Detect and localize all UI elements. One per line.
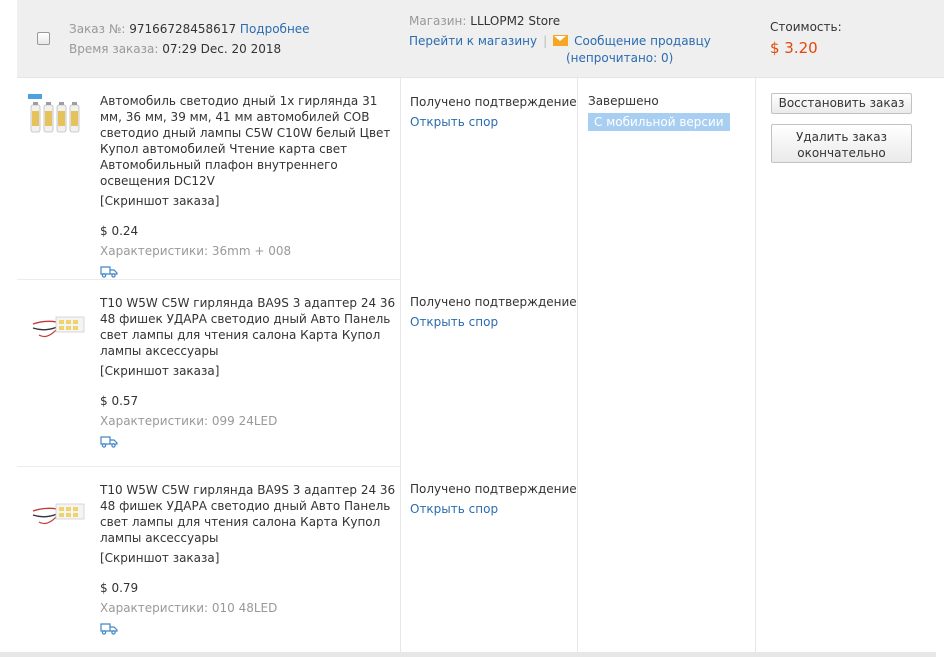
item-spec: Характеристики: 099 24LED bbox=[100, 414, 278, 428]
product-thumbnail[interactable] bbox=[27, 487, 89, 537]
unread-count-link[interactable]: (непрочитано: 0) bbox=[566, 51, 673, 65]
item-details: T10 W5W C5W гирлянда BA9S 3 адаптер 24 3… bbox=[100, 482, 396, 635]
delete-order-button[interactable]: Удалить заказ окончательно bbox=[771, 124, 912, 163]
item-title[interactable]: T10 W5W C5W гирлянда BA9S 3 адаптер 24 3… bbox=[100, 482, 396, 546]
cost-value: $ 3.20 bbox=[770, 39, 818, 57]
truck-icon[interactable] bbox=[100, 265, 118, 278]
cost-label: Стоимость: bbox=[770, 20, 842, 34]
item-title[interactable]: Автомобиль светодио дный 1x гирлянда 31 … bbox=[100, 93, 396, 189]
unread-row: (непрочитано: 0) bbox=[409, 51, 711, 65]
store-name: LLLOPM2 Store bbox=[470, 14, 561, 28]
product-thumbnail[interactable] bbox=[27, 92, 89, 142]
bottom-divider-bar bbox=[0, 652, 936, 657]
order-item: Автомобиль светодио дный 1x гирлянда 31 … bbox=[17, 78, 400, 279]
product-thumbnail[interactable] bbox=[27, 300, 89, 350]
order-items: Автомобиль светодио дный 1x гирлянда 31 … bbox=[17, 78, 944, 652]
truck-icon[interactable] bbox=[100, 435, 118, 448]
store-row: Магазин: LLLOPM2 Store bbox=[409, 11, 711, 31]
delete-button-line2: окончательно bbox=[797, 145, 886, 160]
order-number-row: Заказ №: 97166728458617 Подробнее bbox=[69, 19, 310, 39]
open-dispute-link[interactable]: Открыть спор bbox=[410, 499, 577, 519]
open-dispute-link[interactable]: Открыть спор bbox=[410, 312, 577, 332]
order-select-checkbox[interactable] bbox=[37, 32, 50, 45]
order-screenshot-link[interactable]: [Скриншот заказа] bbox=[100, 550, 396, 566]
order-state-text: Завершено bbox=[588, 94, 659, 108]
order-time: 07:29 Dec. 20 2018 bbox=[162, 42, 282, 56]
link-divider: | bbox=[543, 34, 548, 48]
envelope-icon bbox=[553, 35, 569, 46]
item-price: $ 0.79 bbox=[100, 581, 139, 595]
item-details: T10 W5W C5W гирлянда BA9S 3 адаптер 24 3… bbox=[100, 295, 396, 448]
delete-button-line1: Удалить заказ bbox=[795, 129, 888, 144]
item-spec: Характеристики: 010 48LED bbox=[100, 601, 278, 615]
go-to-store-link[interactable]: Перейти к магазину bbox=[409, 34, 537, 48]
open-dispute-link[interactable]: Открыть спор bbox=[410, 112, 577, 132]
truck-icon[interactable] bbox=[100, 622, 118, 635]
item-price: $ 0.57 bbox=[100, 394, 139, 408]
column-divider bbox=[577, 78, 578, 652]
order-info: Заказ №: 97166728458617 Подробнее Время … bbox=[69, 19, 310, 59]
status-text: Получено подтверждение bbox=[410, 95, 577, 109]
order-number-label: Заказ №: bbox=[69, 22, 126, 36]
message-seller-link[interactable]: Сообщение продавцу bbox=[574, 34, 711, 48]
item-status: Получено подтверждение Открыть спор bbox=[410, 292, 577, 332]
mobile-version-badge: С мобильной версии bbox=[588, 113, 730, 131]
order-card: Заказ №: 97166728458617 Подробнее Время … bbox=[17, 0, 944, 657]
order-item: T10 W5W C5W гирлянда BA9S 3 адаптер 24 3… bbox=[17, 467, 400, 652]
restore-order-button[interactable]: Восстановить заказ bbox=[771, 93, 912, 114]
item-spec: Характеристики: 36mm + 008 bbox=[100, 244, 292, 258]
order-screenshot-link[interactable]: [Скриншот заказа] bbox=[100, 363, 396, 379]
item-status: Получено подтверждение Открыть спор bbox=[410, 92, 577, 132]
order-cost: Стоимость: $ 3.20 bbox=[770, 17, 842, 59]
order-state: Завершено С мобильной версии bbox=[588, 92, 730, 131]
store-label: Магазин: bbox=[409, 14, 467, 28]
store-info: Магазин: LLLOPM2 Store Перейти к магазин… bbox=[409, 11, 711, 65]
order-screenshot-link[interactable]: [Скриншот заказа] bbox=[100, 193, 396, 209]
item-title[interactable]: T10 W5W C5W гирлянда BA9S 3 адаптер 24 3… bbox=[100, 295, 396, 359]
item-status: Получено подтверждение Открыть спор bbox=[410, 479, 577, 519]
column-divider bbox=[400, 78, 401, 652]
column-divider bbox=[755, 78, 756, 652]
status-text: Получено подтверждение bbox=[410, 482, 577, 496]
order-item: T10 W5W C5W гирлянда BA9S 3 адаптер 24 3… bbox=[17, 280, 400, 466]
order-header: Заказ №: 97166728458617 Подробнее Время … bbox=[17, 0, 944, 78]
order-number: 97166728458617 bbox=[129, 22, 237, 36]
item-price: $ 0.24 bbox=[100, 224, 139, 238]
order-time-label: Время заказа: bbox=[69, 42, 159, 56]
status-text: Получено подтверждение bbox=[410, 295, 577, 309]
store-actions: Перейти к магазину | Сообщение продавцу bbox=[409, 31, 711, 51]
item-details: Автомобиль светодио дный 1x гирлянда 31 … bbox=[100, 93, 396, 278]
order-details-link[interactable]: Подробнее bbox=[240, 22, 310, 36]
order-time-row: Время заказа: 07:29 Dec. 20 2018 bbox=[69, 39, 310, 59]
